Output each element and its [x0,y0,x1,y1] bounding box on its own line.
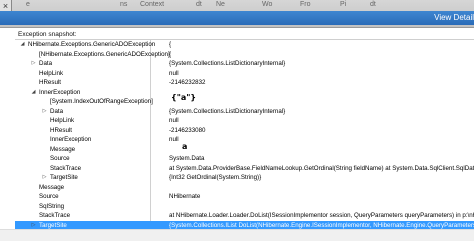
expand-icon[interactable]: ▷ [31,222,36,228]
row-value: null [169,117,179,124]
tree-row[interactable]: HResult -2146232832 [15,78,474,88]
dialog-title: View Detail [434,13,474,22]
tree-row[interactable]: Message [15,145,474,155]
row-value: at System.Data.ProviderBase.FieldNameLoo… [169,164,474,172]
tree-row[interactable]: SqlString [15,202,474,212]
collapse-icon[interactable]: ◢ [20,42,25,47]
background-text: ns [120,1,128,8]
row-value: {System.Collections.ListDictionaryIntern… [169,60,286,67]
tree-row[interactable]: Source NHibernate [15,192,474,202]
row-value: { [169,50,172,58]
tree-row[interactable]: HResult -2146233080 [15,126,474,136]
expand-icon[interactable]: ▷ [42,175,47,180]
row-name: HResult [50,126,73,134]
tree-row[interactable]: StackTrace at System.Data.ProviderBase.Fi… [15,164,474,174]
tree-row[interactable]: InnerException null [15,135,474,145]
row-value: -2146232832 [169,79,206,86]
row-name: InnerException [39,88,81,96]
expand-icon[interactable]: ▷ [42,108,47,114]
message-annotation: a [182,142,188,151]
row-name: StackTrace [50,164,82,172]
background-text: Wo [262,1,273,8]
row-name: HResult [39,79,62,86]
row-value: null [169,69,179,77]
row-value: null [169,136,179,143]
status-strip [0,229,474,241]
background-text: dt [196,1,202,8]
row-value: System.Data [169,155,205,162]
row-value: { [169,41,172,48]
row-name: Message [50,145,76,153]
row-name: Data [50,107,64,115]
background-text: Context [140,1,165,8]
title-bar: × e ns Context dt Ne Wo Fro Pi dt View D… [0,0,474,28]
background-text: Pi [340,1,347,8]
tree-row[interactable]: ▷ Data {System.Collections.ListDictionaryI… [15,59,474,69]
row-name: NHibernate.Exceptions.GenericADOExceptio… [28,41,156,48]
dialog-header: View Detail [0,11,474,25]
tree-row[interactable]: Message [15,183,474,193]
tree-row[interactable]: ▷ TargetSite {Int32 GetOrdinal(System.Stri… [15,173,474,183]
tree-row[interactable]: Source System.Data [15,154,474,164]
background-text: Fro [300,1,311,8]
row-name: InnerException [50,136,92,143]
tree-row[interactable]: [NHibernate.Exceptions.GenericADOExcepti… [15,50,474,60]
row-name: Source [39,193,59,200]
tree-row[interactable]: ◢ NHibernate.Exceptions.GenericADOExcepti… [15,40,474,50]
row-value: -2146233080 [169,126,206,134]
tree-row[interactable]: StackTrace at NHibernate.Loader.Loader.Do… [15,211,474,221]
tree-row[interactable]: [System.IndexOutOfRangeException] [15,97,474,107]
row-value: {Int32 GetOrdinal(System.String)} [169,174,262,181]
tree-row[interactable]: HelpLink null [15,69,474,79]
row-name: SqlString [39,202,65,210]
tree-row[interactable]: ◢ InnerException [15,88,474,98]
inner-exception-annotation: {"a"} [171,93,197,102]
row-name: TargetSite [50,174,78,181]
background-text: e [26,1,30,8]
exception-tree[interactable]: ◢ NHibernate.Exceptions.GenericADOExcepti… [15,39,474,230]
row-name: StackTrace [39,212,71,219]
row-name: Data [39,60,53,67]
row-name: [System.IndexOutOfRangeException] [50,98,153,105]
background-text: Ne [216,1,225,8]
row-value: {System.Collections.ListDictionaryIntern… [169,107,286,115]
background-text: dt [370,1,376,8]
tree-row[interactable]: ▷ Data {System.Collections.ListDictionaryI… [15,107,474,117]
row-name: [NHibernate.Exceptions.GenericADOExcepti… [39,50,170,58]
row-name: HelpLink [50,117,75,124]
expand-icon[interactable]: ▷ [31,61,36,66]
row-name: Source [50,155,70,162]
snapshot-label: Exception snapshot: [18,31,77,38]
row-value: at NHibernate.Loader.Loader.DoList(ISess… [169,212,474,219]
row-name: Message [39,183,65,191]
row-value: NHibernate [169,193,201,200]
collapse-icon[interactable]: ◢ [31,89,36,95]
row-name: HelpLink [39,69,64,77]
tree-row[interactable]: HelpLink null [15,116,474,126]
